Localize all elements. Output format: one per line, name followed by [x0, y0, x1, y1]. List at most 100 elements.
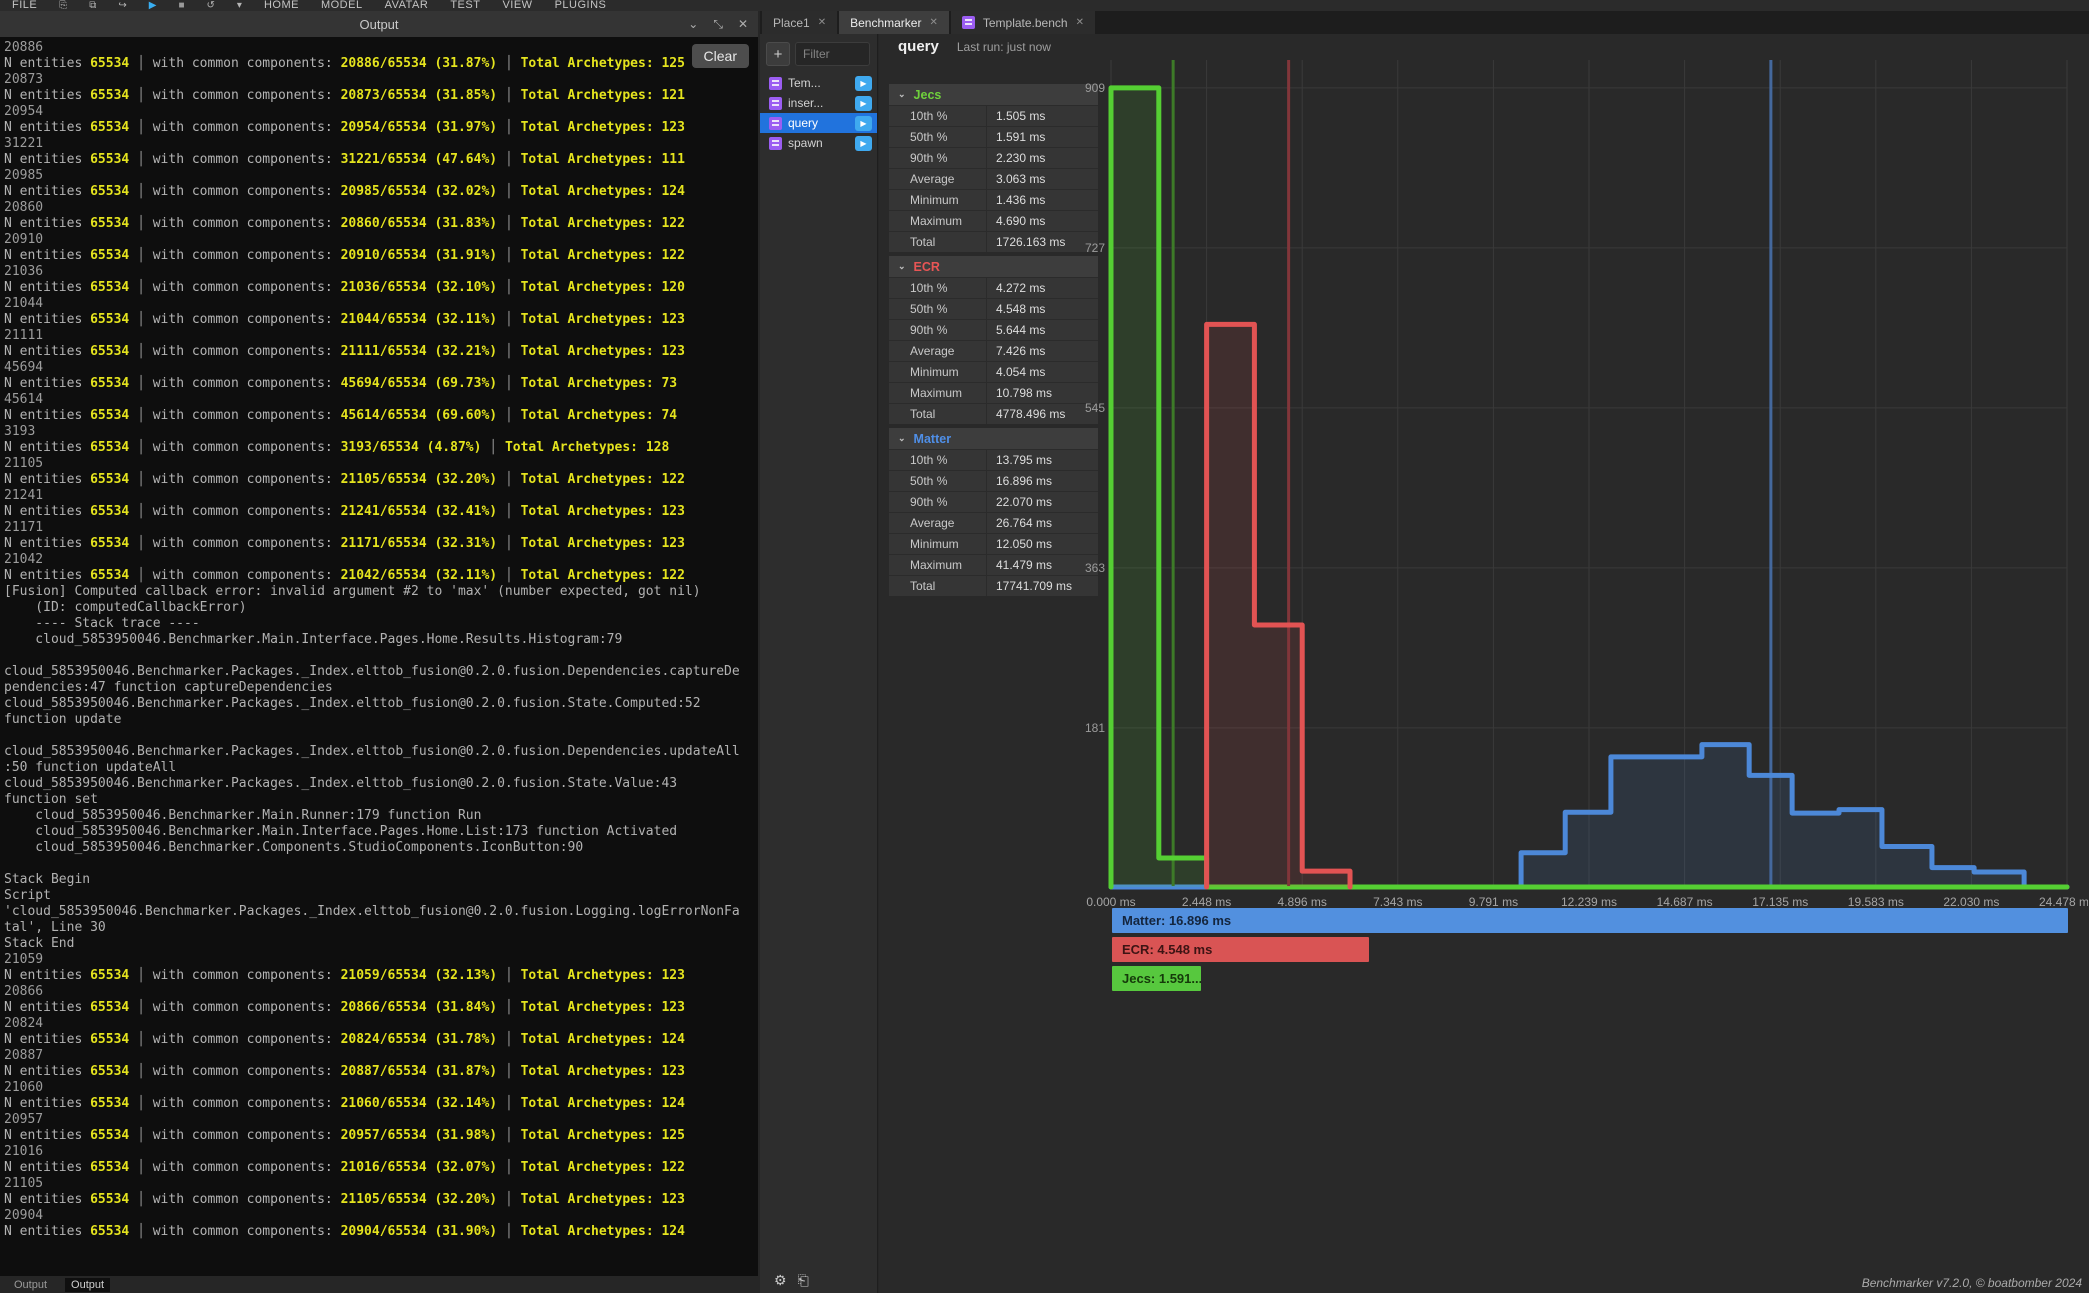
benchmark-item-inser[interactable]: inser...▶: [760, 93, 877, 113]
stat-label: 50th %: [889, 471, 986, 491]
stat-value: 1.436 ms: [986, 190, 1098, 210]
menu-item-model[interactable]: MODEL: [321, 0, 363, 11]
stat-value: 4.054 ms: [986, 362, 1098, 382]
log-line-error: [4, 856, 758, 872]
histogram-chart: 9097275453631810.000 ms2.448 ms4.896 ms7…: [1079, 34, 2088, 1293]
log-line-error: cloud_5853950046.Benchmarker.Packages._I…: [4, 696, 758, 712]
tab-place1[interactable]: Place1✕: [762, 11, 837, 34]
stat-label: Maximum: [889, 555, 986, 575]
docs-icon[interactable]: ⎗: [798, 1272, 809, 1289]
log-line-count: 21044: [4, 296, 758, 312]
run-benchmark-button[interactable]: ▶: [855, 136, 872, 151]
svg-text:14.687 ms: 14.687 ms: [1657, 895, 1713, 909]
menu-item-avatar[interactable]: AVATAR: [385, 0, 429, 11]
menu-item-test[interactable]: TEST: [450, 0, 480, 11]
log-line-entities: N entities 65534 │ with common component…: [4, 1192, 758, 1208]
menu-item-view[interactable]: VIEW: [502, 0, 532, 11]
footer-credit: Benchmarker v7.2.0, © boatbomber 2024: [1862, 1276, 2082, 1290]
stats-section-header[interactable]: ⌄Jecs: [889, 84, 1098, 105]
log-line-entities: N entities 65534 │ with common component…: [4, 312, 758, 328]
script-icon: [962, 16, 975, 29]
log-line-count: 21241: [4, 488, 758, 504]
undo-icon[interactable]: ↺: [207, 0, 215, 11]
run-benchmark-button[interactable]: ▶: [855, 116, 872, 131]
tab-label: Template.bench: [983, 16, 1068, 30]
log-line-error: Stack End: [4, 936, 758, 952]
tab-template-bench[interactable]: Template.bench ✕: [951, 11, 1095, 34]
stat-label: Minimum: [889, 190, 986, 210]
add-benchmark-button[interactable]: +: [766, 42, 790, 66]
stats-row: Total17741.709 ms: [889, 575, 1098, 596]
tab-benchmarker[interactable]: Benchmarker ✕: [839, 11, 949, 34]
stats-row: 50th %4.548 ms: [889, 298, 1098, 319]
log-line-count: 21105: [4, 456, 758, 472]
float-icon[interactable]: ⤡: [713, 17, 723, 32]
stats-row: Total4778.496 ms: [889, 403, 1098, 424]
stat-value: 12.050 ms: [986, 534, 1098, 554]
clear-button[interactable]: Clear: [692, 44, 749, 68]
benchmark-item-spawn[interactable]: spawn ▶: [760, 133, 877, 153]
log-line-error: pendencies:47 function captureDependenci…: [4, 680, 758, 696]
chevron-down-icon: ⌄: [898, 433, 906, 444]
menu-item-home[interactable]: HOME: [264, 0, 299, 11]
collapse-icon[interactable]: ⌄: [688, 17, 698, 31]
log-line-count: 20954: [4, 104, 758, 120]
tab-label: Benchmarker: [850, 16, 921, 30]
tab-close-icon[interactable]: ✕: [818, 17, 826, 28]
stats-section-jecs: ⌄Jecs10th %1.505 ms50th %1.591 ms90th %2…: [889, 84, 1098, 252]
last-run-label: Last run: just now: [957, 40, 1051, 54]
stat-label: 50th %: [889, 299, 986, 319]
run-benchmark-button[interactable]: ▶: [855, 96, 872, 111]
stat-value: 1.505 ms: [986, 106, 1098, 126]
log-line-entities: N entities 65534 │ with common component…: [4, 56, 758, 72]
log-line-entities: N entities 65534 │ with common component…: [4, 440, 758, 456]
stat-value: 16.896 ms: [986, 471, 1098, 491]
tab-close-icon[interactable]: ✕: [1076, 17, 1084, 28]
copy-icon[interactable]: ⧉: [89, 0, 96, 11]
svg-text:0.000 ms: 0.000 ms: [1086, 895, 1135, 909]
benchmark-sidebar: + Tem...▶inser...▶query▶ spawn ▶ ⚙ ⎗: [760, 34, 878, 1293]
stat-value: 1.591 ms: [986, 127, 1098, 147]
caret-down-icon[interactable]: ▾: [237, 0, 242, 11]
output-tab[interactable]: Output: [8, 1278, 53, 1292]
run-benchmark-button[interactable]: ▶: [855, 76, 872, 91]
chevron-down-icon: ⌄: [898, 89, 906, 100]
stats-row: 90th %2.230 ms: [889, 147, 1098, 168]
tab-close-icon[interactable]: ✕: [929, 17, 937, 28]
close-icon[interactable]: ✕: [738, 17, 748, 31]
svg-text:22.030 ms: 22.030 ms: [1943, 895, 1999, 909]
output-panel-title: Output: [359, 17, 398, 32]
redo-icon[interactable]: ↪: [118, 0, 126, 11]
median-legend: Matter: 16.896 msECR: 4.548 msJecs: 1.59…: [1112, 908, 2068, 991]
benchmark-item-query[interactable]: query▶: [760, 113, 877, 133]
log-line-error: [4, 728, 758, 744]
benchmark-item-label: spawn: [788, 136, 823, 150]
filter-input[interactable]: [795, 42, 870, 66]
log-line-entities: N entities 65534 │ with common component…: [4, 1096, 758, 1112]
stats-row: 10th %1.505 ms: [889, 105, 1098, 126]
log-line-entities: N entities 65534 │ with common component…: [4, 1224, 758, 1240]
output-tab[interactable]: Output: [65, 1278, 110, 1292]
stop-icon[interactable]: ■: [178, 0, 184, 11]
log-line-count: 20904: [4, 1208, 758, 1224]
paste-icon[interactable]: ⎘: [59, 0, 67, 11]
menu-item-file[interactable]: FILE: [12, 0, 37, 11]
benchmark-item-Tem[interactable]: Tem...▶: [760, 73, 877, 93]
log-line-entities: N entities 65534 │ with common component…: [4, 184, 758, 200]
menu-item-plugins[interactable]: PLUGINS: [555, 0, 607, 11]
play-icon[interactable]: ▶: [149, 0, 157, 11]
stat-value: 4.548 ms: [986, 299, 1098, 319]
log-line-error: cloud_5853950046.Benchmarker.Main.Runner…: [4, 808, 758, 824]
stats-section-header[interactable]: ⌄ECR: [889, 256, 1098, 277]
results-title: query: [898, 38, 939, 55]
log-line-entities: N entities 65534 │ with common component…: [4, 120, 758, 136]
stat-label: Maximum: [889, 211, 986, 231]
stats-section-header[interactable]: ⌄Matter: [889, 428, 1098, 449]
settings-gear-icon[interactable]: ⚙: [774, 1272, 787, 1289]
stats-row: Maximum41.479 ms: [889, 554, 1098, 575]
log-line-entities: N entities 65534 │ with common component…: [4, 248, 758, 264]
log-line-count: 20887: [4, 1048, 758, 1064]
log-line-count: 21016: [4, 1144, 758, 1160]
svg-text:17.135 ms: 17.135 ms: [1752, 895, 1808, 909]
stat-label: Minimum: [889, 534, 986, 554]
